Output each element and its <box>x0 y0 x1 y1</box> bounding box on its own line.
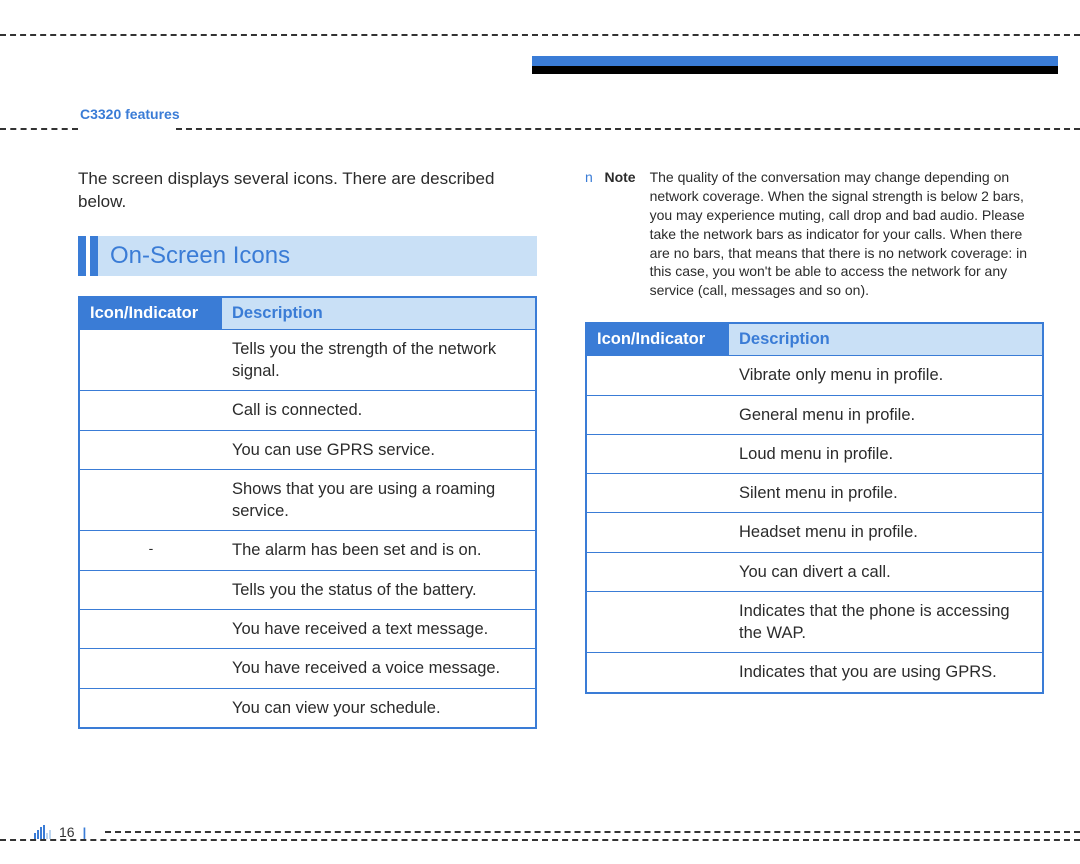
desc-cell: You can divert a call. <box>729 552 1043 591</box>
table-header-icon: Icon/Indicator <box>79 297 222 330</box>
table-body-left: Tells you the strength of the network si… <box>79 329 536 727</box>
desc-cell: You can use GPRS service. <box>222 430 536 469</box>
page-number: 16 <box>59 824 75 840</box>
note-body: The quality of the conversation may chan… <box>650 168 1044 300</box>
table-row: Call is connected. <box>79 391 536 430</box>
table-row: General menu in profile. <box>586 395 1043 434</box>
table-row: Tells you the strength of the network si… <box>79 329 536 391</box>
icon-cell: - <box>79 531 222 570</box>
icon-cell <box>79 329 222 391</box>
table-header-icon: Icon/Indicator <box>586 323 729 356</box>
page-body: The screen displays several icons. There… <box>78 168 1044 824</box>
table-row: You can use GPRS service. <box>79 430 536 469</box>
footer-dashed-rule <box>105 831 1080 833</box>
table-row: -The alarm has been set and is on. <box>79 531 536 570</box>
desc-cell: You can view your schedule. <box>222 688 536 728</box>
icon-cell <box>79 688 222 728</box>
table-body-right: Vibrate only menu in profile.General men… <box>586 356 1043 693</box>
desc-cell: You have received a text message. <box>222 610 536 649</box>
table-row: Headset menu in profile. <box>586 513 1043 552</box>
desc-cell: General menu in profile. <box>729 395 1043 434</box>
section-heading: On-Screen Icons <box>78 236 537 276</box>
product-header: C3320 features <box>80 106 180 122</box>
right-column: n Note The quality of the conversation m… <box>585 168 1044 824</box>
icon-cell <box>586 356 729 395</box>
desc-cell: Vibrate only menu in profile. <box>729 356 1043 395</box>
desc-cell: Tells you the strength of the network si… <box>222 329 536 391</box>
table-row: Loud menu in profile. <box>586 434 1043 473</box>
icon-cell <box>586 434 729 473</box>
footer-pipe-icon: | <box>83 825 87 840</box>
section-title: On-Screen Icons <box>98 236 537 276</box>
icon-cell <box>79 391 222 430</box>
note-label: Note <box>604 169 635 185</box>
icons-table-left: Icon/Indicator Description Tells you the… <box>78 296 537 729</box>
table-row: You can view your schedule. <box>79 688 536 728</box>
page-footer: 16 | <box>34 824 86 840</box>
desc-cell: Silent menu in profile. <box>729 474 1043 513</box>
desc-cell: Shows that you are using a roaming servi… <box>222 469 536 531</box>
desc-cell: You have received a voice message. <box>222 649 536 688</box>
table-row: Silent menu in profile. <box>586 474 1043 513</box>
table-row: Indicates that the phone is accessing th… <box>586 591 1043 653</box>
left-column: The screen displays several icons. There… <box>78 168 537 824</box>
table-header-desc: Description <box>222 297 536 330</box>
note-block: n Note The quality of the conversation m… <box>585 168 1044 300</box>
icon-cell <box>586 552 729 591</box>
desc-cell: Headset menu in profile. <box>729 513 1043 552</box>
icons-table-right: Icon/Indicator Description Vibrate only … <box>585 322 1044 693</box>
crop-mark-top <box>0 34 1080 36</box>
table-row: You can divert a call. <box>586 552 1043 591</box>
desc-cell: The alarm has been set and is on. <box>222 531 536 570</box>
desc-cell: Indicates that you are using GPRS. <box>729 653 1043 693</box>
icon-cell <box>586 591 729 653</box>
crop-mark-bottom <box>0 839 1080 841</box>
desc-cell: Tells you the status of the battery. <box>222 570 536 609</box>
header-blue-bar <box>532 56 1058 66</box>
signal-bars-icon <box>34 825 51 839</box>
table-row: Indicates that you are using GPRS. <box>586 653 1043 693</box>
icon-cell <box>586 513 729 552</box>
icon-cell <box>586 653 729 693</box>
heading-accent-dark <box>78 236 86 276</box>
intro-text: The screen displays several icons. There… <box>78 168 537 214</box>
note-bullet: n <box>585 169 593 185</box>
table-row: Tells you the status of the battery. <box>79 570 536 609</box>
table-row: Vibrate only menu in profile. <box>586 356 1043 395</box>
icon-cell <box>79 469 222 531</box>
table-row: Shows that you are using a roaming servi… <box>79 469 536 531</box>
icon-cell <box>586 395 729 434</box>
table-header-desc: Description <box>729 323 1043 356</box>
icon-cell <box>79 430 222 469</box>
desc-cell: Call is connected. <box>222 391 536 430</box>
icon-cell <box>586 474 729 513</box>
heading-accent-dark <box>90 236 98 276</box>
desc-cell: Indicates that the phone is accessing th… <box>729 591 1043 653</box>
icon-cell <box>79 610 222 649</box>
icon-cell <box>79 649 222 688</box>
header-black-bar <box>532 66 1058 74</box>
table-row: You have received a text message. <box>79 610 536 649</box>
table-row: You have received a voice message. <box>79 649 536 688</box>
desc-cell: Loud menu in profile. <box>729 434 1043 473</box>
icon-cell <box>79 570 222 609</box>
note-marker: n Note <box>585 168 636 300</box>
